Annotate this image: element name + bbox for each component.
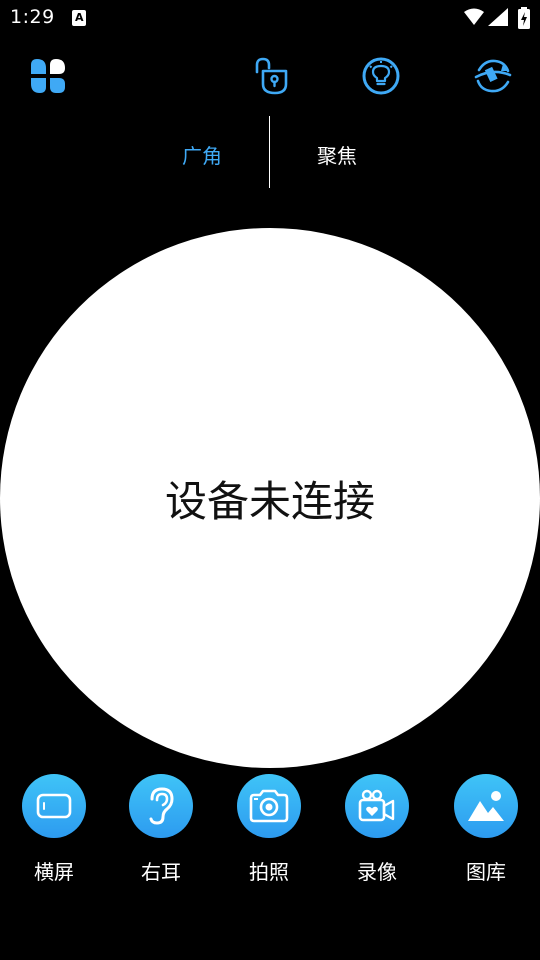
right-ear-label: 右耳 [141, 860, 181, 884]
landscape-icon [36, 793, 72, 819]
status-time: 1:29 [10, 6, 55, 28]
camera-preview[interactable]: 设备未连接 [0, 228, 540, 768]
tab-focus[interactable]: 聚焦 [317, 140, 357, 169]
landscape-circle [22, 774, 86, 838]
gallery-icon [468, 791, 504, 821]
notification-letter: A [75, 11, 84, 24]
signal-icon [488, 8, 508, 26]
action-bar: 横屏 右耳 拍照 录像 图库 [0, 774, 540, 894]
camera-icon [249, 789, 289, 823]
lock-button[interactable] [250, 56, 290, 96]
light-button[interactable] [361, 56, 401, 96]
landscape-label: 横屏 [34, 860, 74, 884]
app-screen: 1:29 A 广角 聚焦 设备未连接 横屏 右耳 拍照 录像 图库 [0, 0, 540, 960]
app-menu-icon [31, 59, 65, 93]
app-menu-button[interactable] [28, 56, 68, 96]
right-ear-button[interactable]: 右耳 [111, 774, 211, 885]
connection-status: 设备未连接 [164, 476, 375, 526]
status-bar: 1:29 A [0, 0, 540, 36]
light-bulb-icon [362, 57, 400, 95]
tab-divider [269, 116, 270, 188]
mode-tabs: 广角 聚焦 [0, 116, 540, 188]
unlock-icon [255, 57, 288, 95]
video-camera-icon [358, 789, 395, 822]
rotate-icon [474, 59, 512, 93]
gallery-button[interactable]: 图库 [436, 774, 536, 885]
record-button[interactable]: 录像 [327, 774, 427, 885]
notification-a-icon: A [72, 10, 86, 26]
right-ear-circle [129, 774, 193, 838]
ear-icon [149, 787, 174, 825]
photo-label: 拍照 [249, 860, 289, 884]
gallery-circle [454, 774, 518, 838]
photo-circle [237, 774, 301, 838]
tab-wide-angle[interactable]: 广角 [182, 140, 222, 169]
record-circle [345, 774, 409, 838]
rotate-button[interactable] [473, 56, 513, 96]
wifi-icon [464, 8, 484, 25]
gallery-label: 图库 [466, 860, 506, 884]
battery-charging-icon [518, 7, 530, 29]
photo-button[interactable]: 拍照 [219, 774, 319, 885]
record-label: 录像 [357, 860, 397, 884]
landscape-button[interactable]: 横屏 [4, 774, 104, 885]
